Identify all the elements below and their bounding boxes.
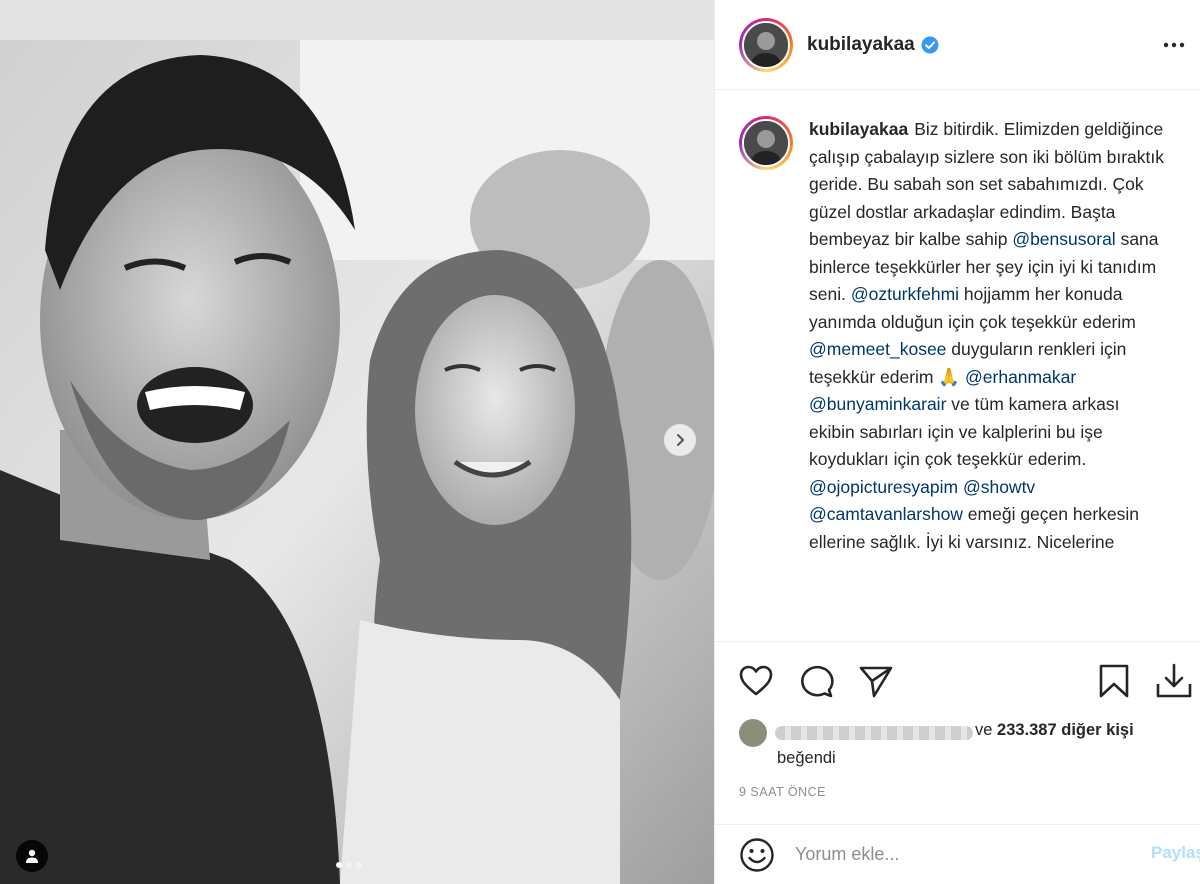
avatar-image <box>742 20 790 69</box>
avatar-photo <box>744 121 788 165</box>
likes-prefix: ve <box>975 721 998 739</box>
caption-mention-link[interactable]: @bunyaminkarair <box>809 394 946 414</box>
heart-icon <box>739 665 773 695</box>
paper-plane-icon <box>859 666 893 697</box>
emoji-icon <box>740 837 774 872</box>
comment-input[interactable] <box>795 844 1095 865</box>
caption-mention-link[interactable]: @ozturkfehmi <box>851 284 959 304</box>
caption-mention-link[interactable]: @erhanmakar <box>965 367 1076 387</box>
caption-body: Biz bitirdik. Elimizden geldiğince çalış… <box>809 119 1164 552</box>
caption-mention-link[interactable]: @bensusoral <box>1012 229 1115 249</box>
likes-summary: ve 233.387 diğer kişi beğendi <box>715 719 1200 777</box>
download-button[interactable] <box>1153 660 1195 702</box>
caption-mention-link[interactable]: @showtv <box>963 477 1035 497</box>
instagram-post: kubilayakaa kubilayakaa Biz bitirdik. El… <box>0 0 1200 884</box>
comment-button[interactable] <box>795 660 837 702</box>
post-comment-button[interactable]: Paylaş <box>1151 843 1200 863</box>
comment-box: Paylaş <box>715 824 1200 884</box>
caption-section: kubilayakaa Biz bitirdik. Elimizden geldi… <box>715 90 1200 641</box>
next-image-button[interactable] <box>664 424 696 456</box>
emoji-button[interactable] <box>737 835 777 875</box>
user-tag-icon <box>26 849 38 863</box>
bookmark-icon <box>1099 664 1129 698</box>
avatar-photo <box>744 22 788 67</box>
carousel-dot <box>346 862 352 868</box>
likes-liked-text: beğendi <box>777 749 836 767</box>
likes-count-value[interactable]: 233.387 diğer kişi <box>997 721 1134 739</box>
liker-avatar[interactable] <box>739 719 767 747</box>
likes-count[interactable]: ve 233.387 diğer kişi <box>975 721 1134 740</box>
more-options-icon[interactable] <box>1162 33 1186 57</box>
post-photo <box>0 0 714 884</box>
caption-username[interactable]: kubilayakaa <box>809 119 908 139</box>
caption-mention-link[interactable]: @camtavanlarshow <box>809 504 963 524</box>
action-bar <box>715 641 1200 719</box>
post-header: kubilayakaa <box>715 0 1200 90</box>
user-tag-button[interactable] <box>16 840 48 872</box>
comment-bubble-icon <box>801 665 834 697</box>
caption-text: kubilayakaa Biz bitirdik. Elimizden geldi… <box>809 116 1169 556</box>
share-button[interactable] <box>855 660 897 702</box>
header-username[interactable]: kubilayakaa <box>807 34 915 56</box>
avatar-image <box>742 119 790 167</box>
caption-mention-link[interactable]: @memeet_kosee <box>809 339 946 359</box>
chevron-right-icon <box>677 434 684 446</box>
liker-username-blurred <box>775 726 973 740</box>
carousel-dot-active <box>336 862 342 868</box>
download-icon <box>1156 663 1192 698</box>
carousel-dot <box>356 862 362 868</box>
post-media[interactable] <box>0 0 714 884</box>
verified-badge-icon <box>921 36 939 53</box>
post-side-panel: kubilayakaa kubilayakaa Biz bitirdik. El… <box>714 0 1200 884</box>
carousel-indicator <box>336 862 362 868</box>
like-button[interactable] <box>735 660 777 702</box>
caption-mention-link[interactable]: @ojopicturesyapim <box>809 477 958 497</box>
save-button[interactable] <box>1093 660 1135 702</box>
avatar[interactable] <box>739 17 793 72</box>
caption-avatar[interactable] <box>739 116 793 170</box>
